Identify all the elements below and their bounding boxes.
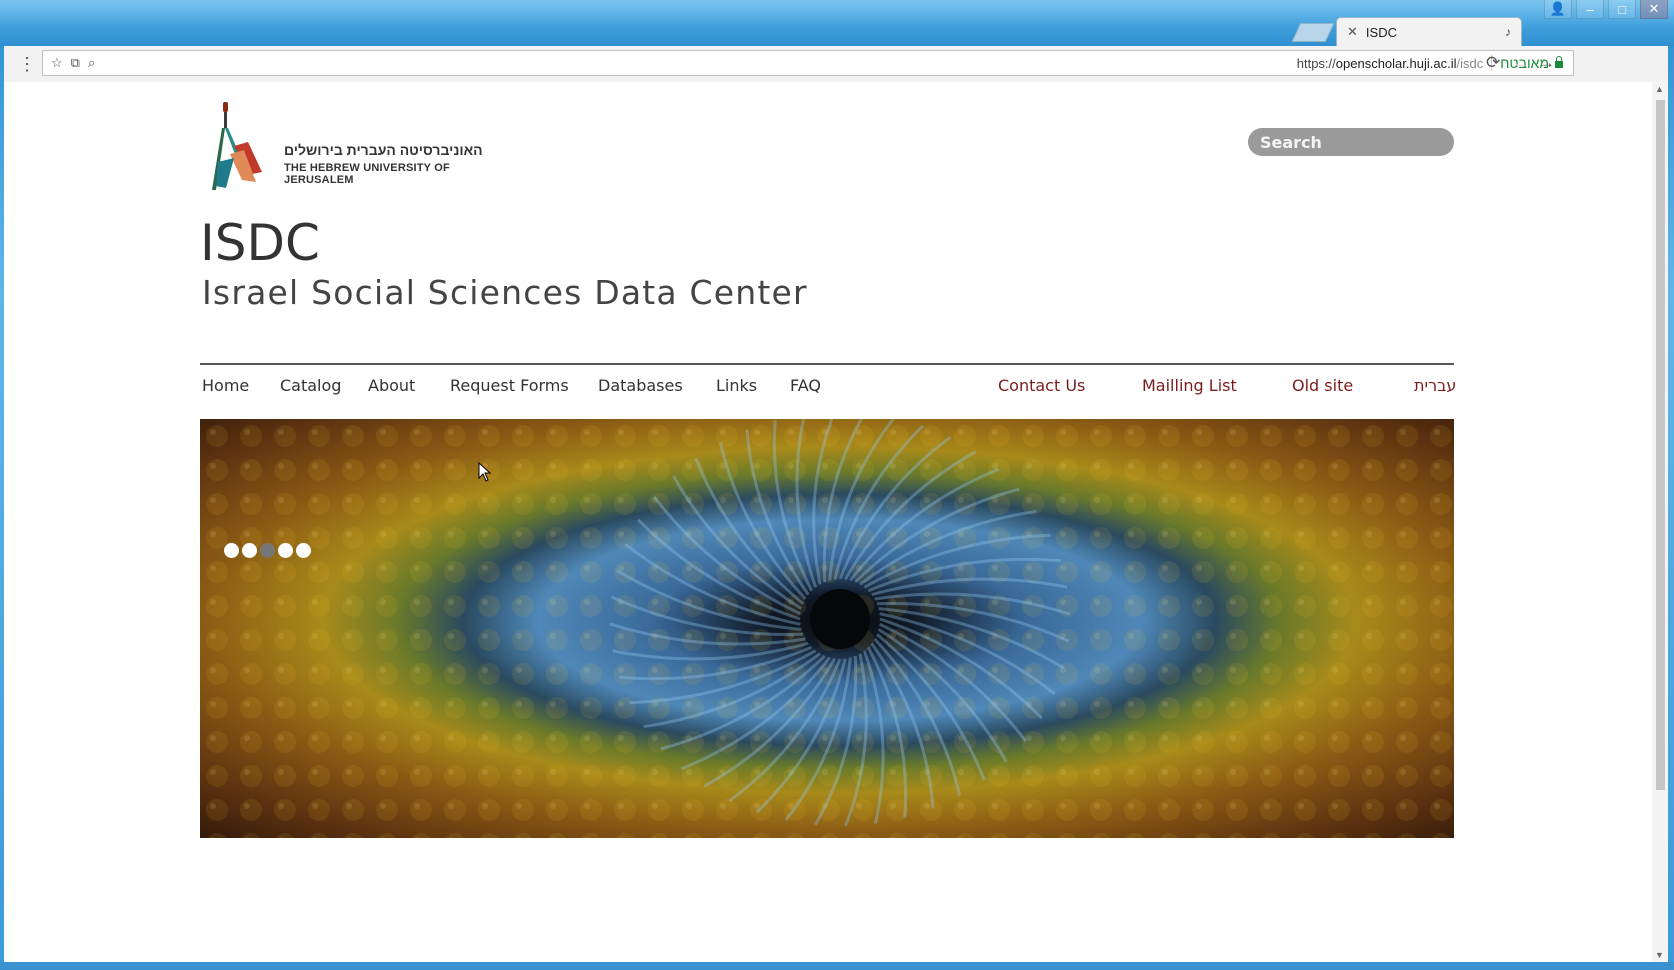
browser-toolbar: ⋮ ☆ ⧉ ⌕ https://openscholar.huji.ac.il/i… bbox=[4, 46, 1668, 83]
nav-mailing-list[interactable]: Mailling List bbox=[1142, 376, 1237, 395]
slide-dot[interactable] bbox=[242, 543, 257, 558]
url-scheme: https:// bbox=[1296, 55, 1336, 71]
nav-hebrew[interactable]: עברית bbox=[1414, 376, 1456, 395]
back-arrow-icon[interactable]: ← bbox=[1512, 53, 1529, 73]
nav-catalog[interactable]: Catalog bbox=[280, 376, 341, 395]
forward-arrow-icon[interactable]: → bbox=[1538, 53, 1555, 73]
nav-request-forms[interactable]: Request Forms bbox=[450, 376, 569, 395]
main-navigation: Home Catalog About Request Forms Databas… bbox=[200, 376, 1456, 406]
bookmark-star-icon[interactable]: ☆ bbox=[51, 55, 63, 71]
window-controls: 👤 – □ ✕ bbox=[1544, 0, 1668, 19]
scroll-down-arrow-icon[interactable]: ▼ bbox=[1655, 950, 1664, 960]
scroll-up-arrow-icon[interactable]: ▲ bbox=[1655, 84, 1664, 94]
page-viewport: האוניברסיטה העברית בירושלים THE HEBREW U… bbox=[4, 82, 1652, 962]
taskbar-edge bbox=[0, 962, 1674, 970]
nav-divider bbox=[200, 363, 1454, 365]
nav-links[interactable]: Links bbox=[716, 376, 757, 395]
browser-tab[interactable]: ✕ ISDC ♪ bbox=[1336, 17, 1522, 46]
close-window-button[interactable]: ✕ bbox=[1640, 0, 1668, 19]
logo-emblem-icon bbox=[212, 102, 262, 190]
search-input[interactable] bbox=[1248, 128, 1454, 156]
site-subtitle: Israel Social Sciences Data Center bbox=[202, 273, 808, 312]
zoom-icon[interactable]: ⌕ bbox=[88, 55, 95, 71]
slide-dot-active[interactable] bbox=[260, 543, 275, 558]
url-text[interactable]: https://openscholar.huji.ac.il/isdc bbox=[1297, 56, 1483, 71]
slide-dot[interactable] bbox=[278, 543, 293, 558]
minimize-button[interactable]: – bbox=[1576, 0, 1604, 19]
translate-icon[interactable]: ⧉ bbox=[71, 55, 80, 71]
window-titlebar: ✕ ISDC ♪ 👤 – □ ✕ bbox=[0, 0, 1674, 46]
university-logo[interactable]: האוניברסיטה העברית בירושלים THE HEBREW U… bbox=[212, 102, 492, 194]
maximize-button[interactable]: □ bbox=[1608, 0, 1636, 19]
nav-contact-us[interactable]: Contact Us bbox=[998, 376, 1085, 395]
nav-databases[interactable]: Databases bbox=[598, 376, 683, 395]
profile-icon[interactable]: 👤 bbox=[1544, 0, 1572, 19]
tab-close-icon[interactable]: ✕ bbox=[1347, 24, 1358, 40]
new-tab-button[interactable] bbox=[1291, 23, 1335, 42]
url-host: openscholar.huji.ac.il bbox=[1335, 55, 1457, 71]
slide-dot[interactable] bbox=[224, 543, 239, 558]
nav-home[interactable]: Home bbox=[202, 376, 249, 395]
tab-title: ISDC bbox=[1365, 24, 1397, 40]
nav-about[interactable]: About bbox=[368, 376, 415, 395]
nav-old-site[interactable]: Old site bbox=[1292, 376, 1353, 395]
address-bar[interactable]: ☆ ⧉ ⌕ https://openscholar.huji.ac.il/isd… bbox=[42, 50, 1574, 76]
nav-faq[interactable]: FAQ bbox=[790, 376, 821, 395]
hero-slideshow[interactable] bbox=[200, 419, 1454, 838]
reload-icon[interactable]: ⟳ bbox=[1486, 53, 1500, 73]
url-path: /isdc bbox=[1456, 55, 1484, 71]
menu-icon[interactable]: ⋮ bbox=[18, 54, 36, 75]
slide-dot[interactable] bbox=[296, 543, 311, 558]
tab-audio-icon: ♪ bbox=[1505, 25, 1511, 39]
slideshow-pager bbox=[224, 543, 311, 558]
vertical-scrollbar[interactable]: ▲ ▼ bbox=[1652, 82, 1668, 962]
sunflower-image bbox=[200, 419, 1454, 838]
logo-hebrew-text: האוניברסיטה העברית בירושלים bbox=[284, 142, 483, 158]
lock-icon bbox=[1555, 55, 1563, 68]
scrollbar-thumb[interactable] bbox=[1656, 100, 1665, 790]
site-title: ISDC bbox=[200, 214, 320, 272]
mouse-cursor-icon bbox=[478, 462, 492, 482]
logo-english-text: THE HEBREW UNIVERSITY OF JERUSALEM bbox=[284, 162, 450, 186]
